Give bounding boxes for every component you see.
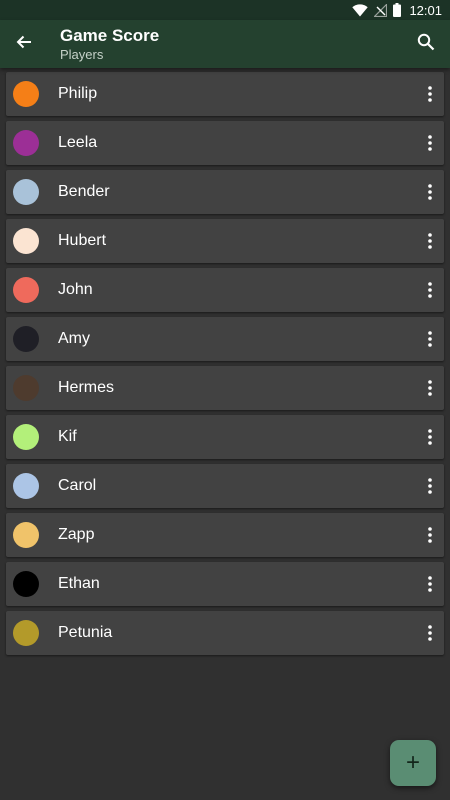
- status-bar: 12:01: [0, 0, 450, 20]
- app-bar: Game Score Players: [0, 20, 450, 68]
- add-player-button[interactable]: +: [390, 740, 436, 786]
- player-row[interactable]: Petunia: [6, 611, 444, 655]
- search-icon: [417, 33, 435, 56]
- player-color-swatch: [13, 473, 39, 499]
- battery-icon: [393, 3, 402, 17]
- player-name: Petunia: [58, 624, 113, 641]
- app-bar-titles: Game Score Players: [60, 26, 159, 63]
- more-vert-icon[interactable]: [420, 570, 440, 598]
- player-color-swatch: [13, 81, 39, 107]
- player-row[interactable]: Hubert: [6, 219, 444, 263]
- add-icon: +: [405, 749, 420, 776]
- player-color-swatch: [13, 179, 39, 205]
- more-vert-icon[interactable]: [420, 423, 440, 451]
- player-name: John: [58, 281, 93, 298]
- back-button[interactable]: [8, 28, 40, 60]
- player-name: Hubert: [58, 232, 107, 249]
- player-color-swatch: [13, 326, 39, 352]
- player-row[interactable]: Leela: [6, 121, 444, 165]
- player-row[interactable]: Ethan: [6, 562, 444, 606]
- player-row[interactable]: Bender: [6, 170, 444, 214]
- player-name: Ethan: [58, 575, 100, 592]
- player-row[interactable]: Kif: [6, 415, 444, 459]
- page-title: Game Score: [60, 26, 160, 45]
- more-vert-icon[interactable]: [420, 472, 440, 500]
- no-signal-icon: [374, 3, 388, 17]
- player-name: Amy: [58, 330, 90, 347]
- more-vert-icon[interactable]: [420, 619, 440, 647]
- player-list: Philip Leela Bender Hubert John Amy Hermes Kif C…: [6, 72, 444, 660]
- player-name: Hermes: [58, 379, 115, 396]
- player-color-swatch: [13, 228, 39, 254]
- player-name: Zapp: [58, 526, 95, 543]
- player-row[interactable]: Hermes: [6, 366, 444, 410]
- more-vert-icon[interactable]: [420, 178, 440, 206]
- more-vert-icon[interactable]: [420, 276, 440, 304]
- player-row[interactable]: John: [6, 268, 444, 312]
- more-vert-icon[interactable]: [420, 80, 440, 108]
- player-color-swatch: [13, 620, 39, 646]
- player-row[interactable]: Zapp: [6, 513, 444, 557]
- player-color-swatch: [13, 277, 39, 303]
- player-name: Carol: [58, 477, 97, 494]
- player-color-swatch: [13, 130, 39, 156]
- player-color-swatch: [13, 522, 39, 548]
- player-name: Philip: [58, 85, 98, 102]
- player-color-swatch: [13, 424, 39, 450]
- more-vert-icon[interactable]: [420, 521, 440, 549]
- more-vert-icon[interactable]: [420, 325, 440, 353]
- player-row[interactable]: Amy: [6, 317, 444, 361]
- status-icons: 12:01: [352, 2, 442, 18]
- wifi-icon: [352, 3, 369, 17]
- arrow-back-icon: [15, 33, 33, 56]
- player-name: Kif: [58, 428, 77, 445]
- player-row[interactable]: Carol: [6, 464, 444, 508]
- more-vert-icon[interactable]: [420, 227, 440, 255]
- player-name: Bender: [58, 183, 110, 200]
- page-subtitle: Players: [60, 47, 104, 62]
- player-row[interactable]: Philip: [6, 72, 444, 116]
- more-vert-icon[interactable]: [420, 129, 440, 157]
- player-name: Leela: [58, 134, 98, 151]
- player-color-swatch: [13, 375, 39, 401]
- search-button[interactable]: [410, 28, 442, 60]
- status-time: 12:01: [409, 2, 442, 18]
- more-vert-icon[interactable]: [420, 374, 440, 402]
- player-color-swatch: [13, 571, 39, 597]
